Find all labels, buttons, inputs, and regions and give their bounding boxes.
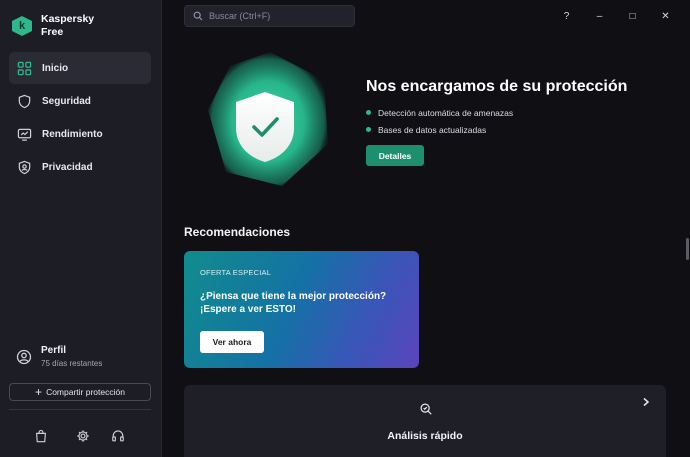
share-protection-label: Compartir protección bbox=[46, 387, 125, 397]
privacy-shield-icon bbox=[18, 160, 31, 174]
sidebar-item-privacidad[interactable]: Privacidad bbox=[9, 151, 151, 183]
window-controls: ? – □ ✕ bbox=[550, 8, 682, 24]
profile-name: Perfil bbox=[41, 345, 67, 356]
special-offer-card[interactable]: OFERTA ESPECIAL ¿Piensa que tiene la mej… bbox=[184, 251, 419, 368]
shopping-bag-icon[interactable] bbox=[32, 427, 50, 445]
protection-status-list: Detección automática de amenazas Bases d… bbox=[366, 104, 513, 138]
maximize-button[interactable]: □ bbox=[616, 8, 649, 24]
list-item: Bases de datos actualizadas bbox=[366, 121, 513, 138]
share-protection-button[interactable]: + Compartir protección bbox=[9, 383, 151, 401]
sidebar-item-label: Rendimiento bbox=[42, 128, 103, 140]
list-item: Detección automática de amenazas bbox=[366, 104, 513, 121]
app-name: Kaspersky Free bbox=[41, 13, 95, 38]
status-dot-icon bbox=[366, 110, 371, 115]
sidebar-item-seguridad[interactable]: Seguridad bbox=[9, 85, 151, 117]
sidebar-item-label: Seguridad bbox=[42, 95, 91, 107]
license-days-remaining: 75 días restantes bbox=[41, 359, 103, 368]
monitor-icon bbox=[17, 128, 32, 141]
shield-icon bbox=[18, 94, 31, 108]
status-dot-icon bbox=[366, 127, 371, 132]
sidebar-item-rendimiento[interactable]: Rendimiento bbox=[9, 118, 151, 150]
plus-icon: + bbox=[35, 385, 43, 399]
offer-headline: ¿Piensa que tiene la mejor protección? ¡… bbox=[200, 291, 387, 315]
sidebar-item-label: Privacidad bbox=[42, 161, 93, 173]
search-box[interactable] bbox=[184, 5, 355, 27]
sidebar-divider bbox=[9, 409, 151, 410]
sidebar-nav: Inicio Seguridad Rendimiento Privacidad bbox=[9, 52, 151, 184]
quick-scan-label: Análisis rápido bbox=[387, 430, 463, 442]
help-button[interactable]: ? bbox=[550, 8, 583, 24]
sidebar-item-inicio[interactable]: Inicio bbox=[9, 52, 151, 84]
search-icon bbox=[193, 11, 203, 21]
grid-icon bbox=[17, 61, 32, 75]
protection-status-title: Nos encargamos de su protección bbox=[366, 78, 628, 95]
minimize-button[interactable]: – bbox=[583, 8, 616, 24]
headset-icon[interactable] bbox=[109, 427, 127, 445]
sidebar-item-label: Inicio bbox=[42, 62, 69, 74]
user-icon bbox=[16, 349, 32, 364]
close-button[interactable]: ✕ bbox=[649, 8, 682, 24]
details-button[interactable]: Detalles bbox=[366, 145, 424, 166]
protection-status-shield-icon bbox=[208, 52, 328, 186]
profile[interactable]: Perfil 75 días restantes bbox=[16, 345, 102, 368]
status-text: Detección automática de amenazas bbox=[378, 107, 514, 118]
gear-icon[interactable] bbox=[74, 427, 92, 445]
profile-text: Perfil 75 días restantes bbox=[41, 345, 102, 368]
search-input[interactable] bbox=[209, 11, 349, 21]
view-now-button[interactable]: Ver ahora bbox=[200, 331, 264, 353]
status-text: Bases de datos actualizadas bbox=[378, 124, 487, 135]
quick-scan-card[interactable]: Análisis rápido bbox=[184, 385, 666, 457]
recommendations-title: Recomendaciones bbox=[184, 225, 291, 239]
sidebar-bottom-toolbar bbox=[0, 427, 162, 445]
brand: k Kaspersky Free bbox=[12, 13, 101, 39]
chevron-right-icon[interactable] bbox=[641, 397, 651, 407]
scan-search-icon bbox=[420, 403, 432, 415]
kaspersky-logo-icon: k bbox=[12, 16, 32, 36]
sidebar: k Kaspersky Free Inicio Seguridad Rendim… bbox=[0, 0, 162, 457]
offer-tag: OFERTA ESPECIAL bbox=[200, 268, 272, 277]
scrollbar[interactable] bbox=[686, 238, 689, 260]
